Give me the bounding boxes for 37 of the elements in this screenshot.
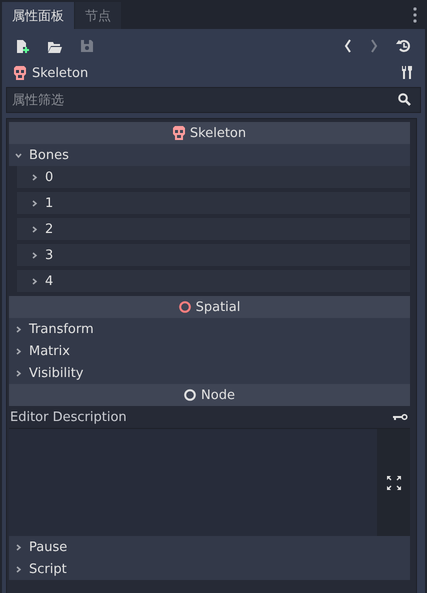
property-group[interactable]: Transform bbox=[9, 318, 410, 340]
expand-icon[interactable] bbox=[386, 476, 400, 490]
chevron-icon bbox=[31, 200, 38, 206]
filter-field[interactable]: 属性筛选 bbox=[6, 87, 421, 113]
skull-icon bbox=[14, 66, 26, 80]
chevron-icon bbox=[15, 348, 22, 354]
tools-icon[interactable] bbox=[401, 66, 413, 80]
search-icon bbox=[398, 93, 411, 106]
chevron-icon bbox=[15, 370, 22, 376]
chevron-icon bbox=[31, 174, 38, 180]
property-label: Editor Description bbox=[10, 410, 127, 424]
chevron-icon bbox=[15, 566, 22, 572]
category-title: Spatial bbox=[196, 300, 240, 314]
panel-tab[interactable]: 属性面板 bbox=[2, 2, 74, 29]
property-group[interactable]: Bones bbox=[9, 144, 410, 166]
property-group[interactable]: 3 bbox=[17, 244, 410, 266]
more-icon[interactable] bbox=[413, 6, 417, 22]
category-title: Node bbox=[201, 388, 235, 402]
chevron-icon bbox=[15, 152, 22, 158]
property-group[interactable]: 0 bbox=[17, 166, 410, 188]
property-group[interactable]: 4 bbox=[17, 270, 410, 292]
property-group[interactable]: Visibility bbox=[9, 362, 410, 384]
skull-icon bbox=[172, 126, 185, 140]
property-group[interactable]: Script bbox=[9, 558, 410, 580]
chevron-icon bbox=[15, 326, 22, 332]
property-group[interactable]: Matrix bbox=[9, 340, 410, 362]
chevron-icon bbox=[31, 252, 38, 258]
property-group[interactable]: 2 bbox=[17, 218, 410, 240]
panel-tab[interactable]: 节点 bbox=[75, 2, 121, 29]
property-group[interactable]: 1 bbox=[17, 192, 410, 214]
chevron-icon bbox=[31, 278, 38, 284]
chevron-icon bbox=[31, 226, 38, 232]
chevron-icon bbox=[15, 544, 22, 550]
object-name: Skeleton bbox=[32, 66, 88, 80]
key-icon[interactable] bbox=[393, 413, 408, 421]
category-title: Skeleton bbox=[190, 126, 246, 140]
property-group[interactable]: Pause bbox=[9, 536, 410, 558]
